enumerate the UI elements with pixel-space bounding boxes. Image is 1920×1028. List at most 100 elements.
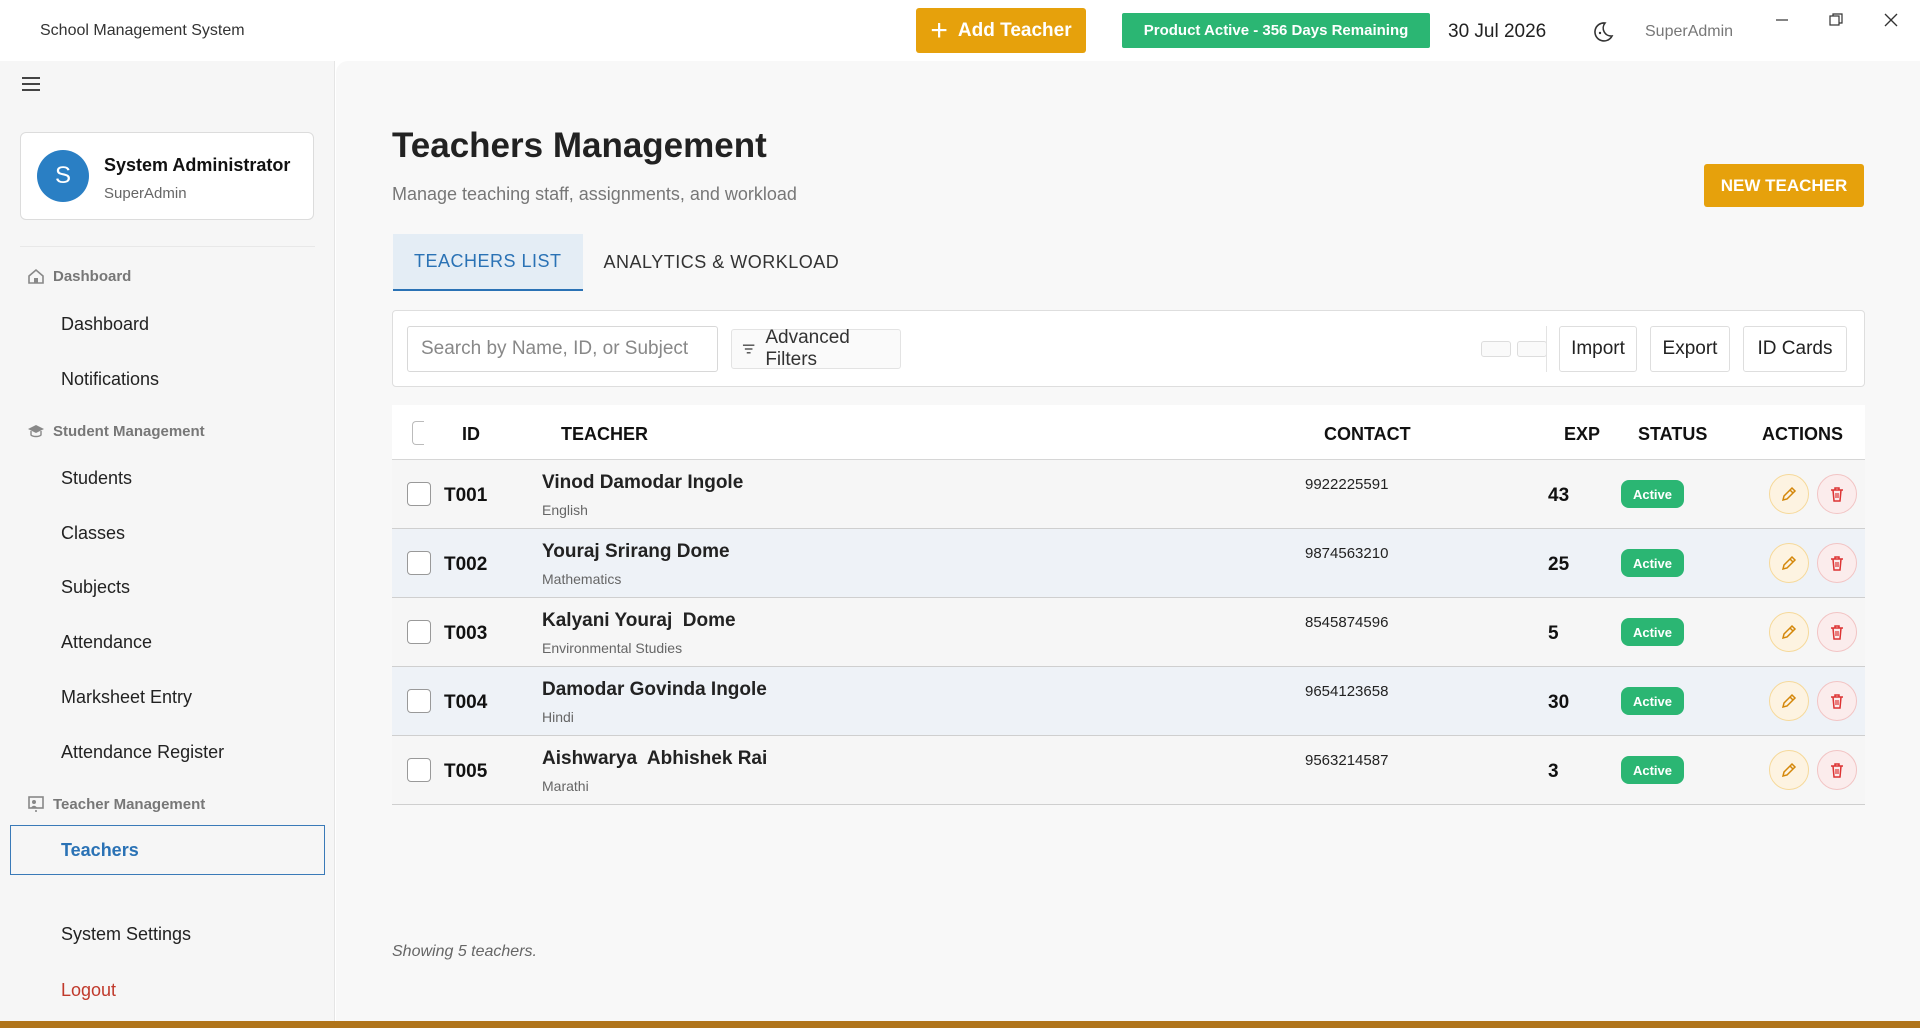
close-icon[interactable] bbox=[1873, 6, 1909, 34]
avatar: S bbox=[37, 150, 89, 202]
sidebar-item-teachers[interactable]: Teachers bbox=[10, 825, 325, 875]
teacher-board-icon bbox=[28, 796, 44, 812]
teacher-name: Youraj Srirang Dome bbox=[542, 541, 730, 562]
list-view-toggle[interactable] bbox=[1481, 341, 1511, 357]
footer-note: Showing 5 teachers. bbox=[392, 943, 537, 960]
teacher-contact: 9563214587 bbox=[1305, 752, 1389, 769]
new-teacher-button[interactable]: NEW TEACHER bbox=[1704, 164, 1864, 207]
teacher-id: T001 bbox=[444, 485, 488, 506]
row-checkbox[interactable] bbox=[407, 482, 431, 506]
teacher-subject: Environmental Studies bbox=[542, 640, 683, 656]
add-teacher-label: Add Teacher bbox=[957, 19, 1072, 41]
export-button[interactable]: Export bbox=[1650, 326, 1730, 372]
tab-teachers-list[interactable]: TEACHERS LIST bbox=[393, 234, 583, 291]
app-title: School Management System bbox=[40, 22, 245, 39]
sidebar-item-notifications[interactable]: Notifications bbox=[61, 369, 159, 390]
sidebar-item-marksheet[interactable]: Marksheet Entry bbox=[61, 687, 192, 708]
sidebar-item-logout[interactable]: Logout bbox=[61, 980, 116, 1001]
trash-icon bbox=[1831, 763, 1843, 778]
advanced-filters-button[interactable]: Advanced Filters bbox=[731, 327, 901, 370]
home-icon bbox=[28, 268, 44, 284]
add-teacher-button[interactable]: + Add Teacher bbox=[916, 8, 1086, 53]
teacher-experience: 43 bbox=[1548, 485, 1570, 506]
teacher-contact: 9874563210 bbox=[1305, 545, 1389, 562]
row-checkbox[interactable] bbox=[407, 620, 431, 644]
page-subtitle: Manage teaching staff, assignments, and … bbox=[392, 184, 797, 204]
title-bar: School Management System + Add Teacher P… bbox=[0, 0, 1920, 61]
teacher-experience: 30 bbox=[1548, 692, 1570, 713]
trash-icon bbox=[1831, 487, 1843, 502]
edit-button[interactable] bbox=[1769, 612, 1809, 652]
id-cards-button[interactable]: ID Cards bbox=[1743, 326, 1847, 372]
grid-view-toggle[interactable] bbox=[1517, 341, 1547, 357]
delete-button[interactable] bbox=[1817, 543, 1857, 583]
import-button[interactable]: Import bbox=[1559, 326, 1637, 372]
column-header-actions: ACTIONS bbox=[1762, 424, 1843, 444]
minimize-icon[interactable] bbox=[1764, 6, 1800, 34]
column-header-status: STATUS bbox=[1638, 424, 1708, 444]
teacher-name: Vinod Damodar Ingole bbox=[542, 472, 744, 493]
teacher-contact: 9654123658 bbox=[1305, 683, 1389, 700]
edit-button[interactable] bbox=[1769, 750, 1809, 790]
trash-icon bbox=[1831, 556, 1843, 571]
tab-analytics-workload[interactable]: ANALYTICS & WORKLOAD bbox=[583, 234, 861, 291]
restore-icon[interactable] bbox=[1818, 6, 1854, 34]
teacher-name: Kalyani Youraj Dome bbox=[542, 610, 736, 631]
teacher-subject: Mathematics bbox=[542, 571, 622, 587]
graduation-cap-icon bbox=[28, 425, 44, 438]
sidebar-item-attendance-register[interactable]: Attendance Register bbox=[61, 742, 224, 763]
sidebar-item-dashboard[interactable]: Dashboard bbox=[61, 314, 149, 335]
moon-icon[interactable] bbox=[1591, 20, 1615, 44]
row-checkbox[interactable] bbox=[407, 551, 431, 575]
table-row: T001 Vinod Damodar Ingole English 992222… bbox=[392, 460, 1865, 529]
page-title: Teachers Management bbox=[392, 126, 767, 165]
profile-card: S System Administrator SuperAdmin bbox=[20, 132, 314, 220]
teacher-name: Aishwarya Abhishek Rai bbox=[542, 748, 768, 769]
teacher-subject: English bbox=[542, 502, 588, 518]
toolbar: Advanced Filters Import Export ID Cards bbox=[392, 310, 1865, 387]
status-badge: Active bbox=[1621, 687, 1684, 715]
sidebar-item-classes[interactable]: Classes bbox=[61, 523, 125, 544]
teacher-subject: Marathi bbox=[542, 778, 589, 794]
teacher-experience: 3 bbox=[1548, 761, 1559, 782]
advanced-filters-label: Advanced Filters bbox=[765, 327, 850, 370]
table-row: T004 Damodar Govinda Ingole Hindi 965412… bbox=[392, 667, 1865, 736]
section-label: Teacher Management bbox=[53, 795, 206, 813]
edit-button[interactable] bbox=[1769, 474, 1809, 514]
delete-button[interactable] bbox=[1817, 750, 1857, 790]
filter-icon bbox=[742, 344, 755, 354]
delete-button[interactable] bbox=[1817, 474, 1857, 514]
plus-icon: + bbox=[930, 13, 948, 47]
tab-bar: TEACHERS LIST ANALYTICS & WORKLOAD bbox=[393, 234, 860, 291]
teacher-id: T002 bbox=[444, 554, 488, 575]
pencil-icon bbox=[1781, 486, 1797, 502]
delete-button[interactable] bbox=[1817, 681, 1857, 721]
column-header-exp: EXP bbox=[1564, 424, 1601, 444]
search-input[interactable] bbox=[407, 326, 718, 372]
section-label: Dashboard bbox=[53, 267, 132, 285]
sidebar-item-system-settings[interactable]: System Settings bbox=[61, 924, 191, 945]
sidebar: S System Administrator SuperAdmin Dashbo… bbox=[0, 61, 335, 1021]
table-row: T005 Aishwarya Abhishek Rai Marathi 9563… bbox=[392, 736, 1865, 805]
teacher-subject: Hindi bbox=[542, 709, 574, 725]
toolbar-divider bbox=[1546, 326, 1547, 372]
product-status-badge: Product Active - 356 Days Remaining bbox=[1122, 13, 1430, 48]
row-checkbox[interactable] bbox=[407, 689, 431, 713]
table-row: T003 Kalyani Youraj Dome Environmental S… bbox=[392, 598, 1865, 667]
table-row: T002 Youraj Srirang Dome Mathematics 987… bbox=[392, 529, 1865, 598]
menu-icon[interactable] bbox=[22, 77, 40, 91]
sidebar-item-attendance[interactable]: Attendance bbox=[61, 632, 152, 653]
select-all-checkbox[interactable] bbox=[412, 421, 424, 445]
sidebar-item-students[interactable]: Students bbox=[61, 468, 132, 489]
row-checkbox[interactable] bbox=[407, 758, 431, 782]
edit-button[interactable] bbox=[1769, 543, 1809, 583]
sidebar-item-subjects[interactable]: Subjects bbox=[61, 577, 130, 598]
column-header-id: ID bbox=[462, 424, 480, 444]
delete-button[interactable] bbox=[1817, 612, 1857, 652]
edit-button[interactable] bbox=[1769, 681, 1809, 721]
teacher-id: T003 bbox=[444, 623, 488, 644]
status-badge: Active bbox=[1621, 549, 1684, 577]
pencil-icon bbox=[1781, 555, 1797, 571]
current-user: SuperAdmin bbox=[1645, 23, 1734, 40]
teacher-id: T005 bbox=[444, 761, 488, 782]
